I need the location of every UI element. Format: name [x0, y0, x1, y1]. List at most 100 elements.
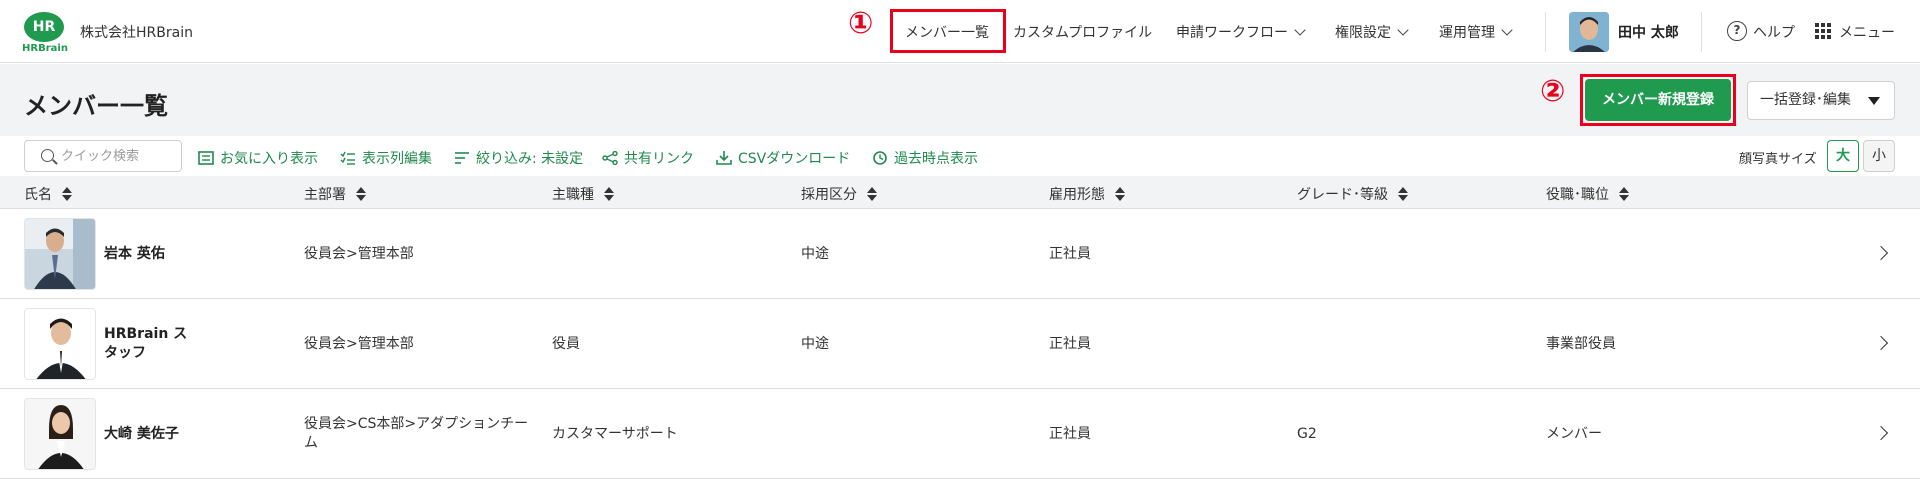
member-name[interactable]: HRBrain スタッフ	[104, 325, 194, 363]
share-link-label: 共有リンク	[624, 151, 694, 167]
help-link[interactable]: ヘルプ	[1753, 22, 1795, 42]
help-icon[interactable]: ?	[1727, 21, 1747, 41]
history-view-button[interactable]: 過去時点表示	[872, 148, 978, 168]
member-photo	[24, 308, 96, 380]
cell-job-type: カスタマーサポート	[552, 426, 678, 442]
filter-icon	[455, 152, 469, 164]
column-header-name[interactable]: 氏名	[24, 184, 72, 204]
chevron-right-icon[interactable]	[1873, 425, 1889, 441]
chevron-down-icon	[1397, 24, 1409, 36]
nav-operations[interactable]: 運用管理	[1439, 22, 1513, 42]
member-name[interactable]: 岩本 英佑	[104, 245, 194, 264]
checklist-icon	[340, 151, 355, 165]
cell-hire-type: 中途	[801, 246, 829, 262]
column-header-label: 採用区分	[801, 187, 857, 203]
nav-permissions[interactable]: 権限設定	[1335, 22, 1409, 42]
favorites-label: お気に入り表示	[220, 151, 318, 167]
annotation-marker-1: ①	[848, 6, 874, 41]
cell-position: 事業部役員	[1546, 336, 1616, 352]
chevron-right-icon[interactable]	[1873, 335, 1889, 351]
bulk-edit-label: 一括登録･編集	[1760, 92, 1851, 108]
list-icon	[198, 151, 214, 165]
member-photo	[24, 218, 96, 290]
photo-size-large-button[interactable]: 大	[1827, 140, 1859, 172]
column-edit-label: 表示列編集	[362, 151, 432, 167]
photo-size-small-button[interactable]: 小	[1863, 140, 1895, 172]
table-header: 氏名 主部署 主職種 採用区分 雇用形態 グレード･等級 役職･職位	[0, 176, 1920, 209]
column-header-label: 氏名	[24, 187, 52, 203]
column-header-label: 主部署	[304, 187, 346, 203]
nav-operations-label: 運用管理	[1439, 25, 1495, 41]
favorites-button[interactable]: お気に入り表示	[198, 148, 318, 168]
table-row[interactable]: HRBrain スタッフ 役員会>管理本部 役員 中途 正社員 事業部役員	[0, 299, 1920, 389]
column-header-label: 雇用形態	[1049, 187, 1105, 203]
nav-member-list[interactable]: メンバー一覧	[905, 22, 989, 42]
chevron-right-icon[interactable]	[1873, 245, 1889, 261]
hrbrain-logo[interactable]: HR HRBrain	[22, 12, 68, 56]
sort-icon[interactable]	[604, 187, 614, 201]
cell-job-type: 役員	[552, 336, 580, 352]
filter-button[interactable]: 絞り込み: 未設定	[454, 148, 583, 168]
grid-menu-icon[interactable]	[1815, 23, 1831, 39]
chevron-down-icon	[1501, 24, 1513, 36]
share-icon	[602, 151, 618, 165]
cell-department: 役員会>管理本部	[304, 336, 414, 352]
user-name[interactable]: 田中 太郎	[1618, 22, 1679, 42]
cell-employment: 正社員	[1049, 246, 1091, 262]
cell-department: 役員会>CS本部>アダプションチーム	[304, 416, 529, 451]
search-input[interactable]	[61, 146, 176, 166]
divider	[1545, 12, 1546, 52]
column-header-grade[interactable]: グレード･等級	[1297, 184, 1408, 204]
cell-department: 役員会>管理本部	[304, 246, 414, 262]
history-view-label: 過去時点表示	[894, 151, 978, 167]
user-avatar[interactable]	[1569, 12, 1609, 52]
sort-icon[interactable]	[1115, 187, 1125, 201]
menu-link[interactable]: メニュー	[1839, 22, 1895, 42]
page-title: メンバー一覧	[24, 92, 168, 120]
column-header-label: 役職･職位	[1546, 187, 1609, 203]
nav-custom-profile[interactable]: カスタムプロファイル	[1013, 22, 1152, 42]
cell-employment: 正社員	[1049, 336, 1091, 352]
caret-down-icon	[1868, 97, 1880, 105]
cell-grade: G2	[1297, 426, 1317, 442]
bulk-edit-button[interactable]: 一括登録･編集	[1747, 81, 1895, 120]
sort-icon[interactable]	[867, 187, 877, 201]
column-header-employment[interactable]: 雇用形態	[1049, 184, 1125, 204]
sort-icon[interactable]	[1619, 187, 1629, 201]
csv-download-label: CSVダウンロード	[738, 151, 851, 167]
column-header-position[interactable]: 役職･職位	[1546, 184, 1629, 204]
quick-search[interactable]	[24, 140, 182, 172]
download-icon	[716, 151, 732, 165]
sort-icon[interactable]	[1398, 187, 1408, 201]
column-header-hire-type[interactable]: 採用区分	[801, 184, 877, 204]
annotation-marker-2: ②	[1540, 74, 1566, 109]
logo-mark: HR	[24, 12, 64, 42]
nav-workflow[interactable]: 申請ワークフロー	[1176, 22, 1306, 42]
new-member-button[interactable]: メンバー新規登録	[1585, 79, 1731, 121]
column-header-department[interactable]: 主部署	[304, 184, 366, 204]
photo-size-label: 顔写真サイズ	[1739, 152, 1817, 167]
chevron-down-icon	[1294, 24, 1306, 36]
cell-position: メンバー	[1546, 426, 1602, 442]
member-photo	[24, 398, 96, 470]
search-icon	[41, 149, 54, 162]
clock-icon	[873, 151, 887, 165]
table-row[interactable]: 大崎 美佐子 役員会>CS本部>アダプションチーム カスタマーサポート 正社員 …	[0, 389, 1920, 479]
column-edit-button[interactable]: 表示列編集	[340, 148, 432, 168]
csv-download-button[interactable]: CSVダウンロード	[716, 148, 850, 168]
nav-workflow-label: 申請ワークフロー	[1176, 25, 1288, 41]
cell-employment: 正社員	[1049, 426, 1091, 442]
filter-label: 絞り込み: 未設定	[476, 151, 584, 167]
member-name[interactable]: 大崎 美佐子	[104, 425, 194, 444]
column-header-label: 主職種	[552, 187, 594, 203]
cell-hire-type: 中途	[801, 336, 829, 352]
column-header-job-type[interactable]: 主職種	[552, 184, 614, 204]
column-header-label: グレード･等級	[1297, 187, 1388, 203]
sort-icon[interactable]	[356, 187, 366, 201]
sort-icon[interactable]	[62, 187, 72, 201]
divider	[1701, 12, 1702, 52]
share-link-button[interactable]: 共有リンク	[602, 148, 694, 168]
nav-permissions-label: 権限設定	[1335, 25, 1391, 41]
logo-wordmark: HRBrain	[22, 43, 68, 54]
table-row[interactable]: 岩本 英佑 役員会>管理本部 中途 正社員	[0, 209, 1920, 299]
